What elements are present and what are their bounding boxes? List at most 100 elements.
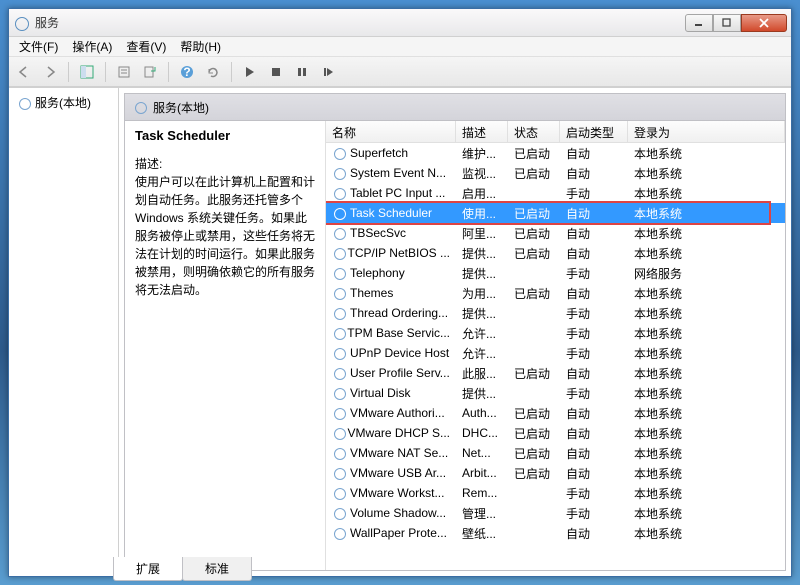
cell-logon: 本地系统 [628, 223, 785, 244]
services-icon [13, 15, 29, 31]
cell-desc: 此服... [456, 363, 508, 384]
cell-logon: 本地系统 [628, 363, 785, 384]
help-button[interactable]: ? [176, 61, 198, 83]
gear-icon [332, 486, 346, 500]
refresh-button[interactable] [202, 61, 224, 83]
detail-desc: 使用户可以在此计算机上配置和计划自动任务。此服务还托管多个 Windows 系统… [135, 173, 315, 299]
cell-startup: 手动 [560, 503, 628, 524]
cell-status [508, 351, 560, 355]
col-logon[interactable]: 登录为 [628, 121, 785, 142]
back-button[interactable] [13, 61, 35, 83]
cell-status [508, 191, 560, 195]
cell-logon: 本地系统 [628, 443, 785, 464]
table-row[interactable]: Themes为用...已启动自动本地系统 [326, 283, 785, 303]
gear-icon [332, 186, 346, 200]
cell-startup: 自动 [560, 143, 628, 164]
gear-icon [332, 306, 346, 320]
table-row[interactable]: VMware USB Ar...Arbit...已启动自动本地系统 [326, 463, 785, 483]
restart-button[interactable] [317, 61, 339, 83]
properties-button[interactable] [113, 61, 135, 83]
table-row[interactable]: VMware Authori...Auth...已启动自动本地系统 [326, 403, 785, 423]
gear-icon [332, 346, 346, 360]
menu-file[interactable]: 文件(F) [13, 36, 64, 57]
table-row[interactable]: TBSecSvc阿里...已启动自动本地系统 [326, 223, 785, 243]
cell-startup: 自动 [560, 283, 628, 304]
cell-logon: 本地系统 [628, 243, 785, 264]
cell-startup: 自动 [560, 423, 628, 444]
table-row[interactable]: Superfetch维护...已启动自动本地系统 [326, 143, 785, 163]
cell-name: Task Scheduler [350, 206, 432, 220]
table-row[interactable]: VMware DHCP S...DHC...已启动自动本地系统 [326, 423, 785, 443]
cell-status: 已启动 [508, 203, 560, 224]
list-body[interactable]: Superfetch维护...已启动自动本地系统System Event N..… [326, 143, 785, 570]
table-row[interactable]: Thread Ordering...提供...手动本地系统 [326, 303, 785, 323]
tree-pane[interactable]: 服务(本地) [9, 88, 119, 576]
cell-status [508, 331, 560, 335]
tab-extended[interactable]: 扩展 [113, 557, 183, 581]
titlebar[interactable]: 服务 [9, 9, 791, 37]
gear-icon [332, 266, 346, 280]
start-button[interactable] [239, 61, 261, 83]
cell-startup: 手动 [560, 483, 628, 504]
close-button[interactable] [741, 14, 787, 32]
gear-icon [332, 206, 346, 220]
table-row[interactable]: TPM Base Servic...允许...手动本地系统 [326, 323, 785, 343]
gear-icon [332, 446, 346, 460]
minimize-button[interactable] [685, 14, 713, 32]
cell-logon: 本地系统 [628, 303, 785, 324]
pane-header-label: 服务(本地) [153, 99, 209, 116]
table-row[interactable]: Task Scheduler使用...已启动自动本地系统 [326, 203, 785, 223]
maximize-button[interactable] [713, 14, 741, 32]
cell-status: 已启动 [508, 223, 560, 244]
table-row[interactable]: WallPaper Prote...壁纸...自动本地系统 [326, 523, 785, 543]
tab-standard[interactable]: 标准 [182, 557, 252, 581]
cell-desc: Auth... [456, 404, 508, 422]
forward-button[interactable] [39, 61, 61, 83]
tree-root[interactable]: 服务(本地) [13, 92, 114, 113]
menu-help[interactable]: 帮助(H) [174, 36, 227, 57]
cell-startup: 自动 [560, 363, 628, 384]
menu-view[interactable]: 查看(V) [120, 36, 172, 57]
table-row[interactable]: Tablet PC Input ...启用...手动本地系统 [326, 183, 785, 203]
col-desc[interactable]: 描述 [456, 121, 508, 142]
table-row[interactable]: TCP/IP NetBIOS ...提供...已启动自动本地系统 [326, 243, 785, 263]
table-row[interactable]: User Profile Serv...此服...已启动自动本地系统 [326, 363, 785, 383]
cell-status: 已启动 [508, 283, 560, 304]
table-row[interactable]: UPnP Device Host允许...手动本地系统 [326, 343, 785, 363]
cell-desc: 提供... [456, 243, 508, 264]
cell-desc: 允许... [456, 343, 508, 364]
pause-button[interactable] [291, 61, 313, 83]
cell-desc: 壁纸... [456, 523, 508, 544]
col-status[interactable]: 状态 [508, 121, 560, 142]
cell-desc: 维护... [456, 143, 508, 164]
cell-startup: 自动 [560, 243, 628, 264]
table-row[interactable]: VMware Workst...Rem...手动本地系统 [326, 483, 785, 503]
table-row[interactable]: Virtual Disk提供...手动本地系统 [326, 383, 785, 403]
cell-startup: 手动 [560, 323, 628, 344]
cell-desc: DHC... [456, 424, 508, 442]
cell-status [508, 271, 560, 275]
tree-root-label: 服务(本地) [35, 94, 91, 111]
cell-desc: 为用... [456, 283, 508, 304]
stop-button[interactable] [265, 61, 287, 83]
menubar: 文件(F) 操作(A) 查看(V) 帮助(H) [9, 37, 791, 57]
cell-status: 已启动 [508, 423, 560, 444]
cell-status: 已启动 [508, 143, 560, 164]
cell-logon: 本地系统 [628, 423, 785, 444]
col-name[interactable]: 名称 [326, 121, 456, 142]
cell-logon: 本地系统 [628, 343, 785, 364]
col-startup[interactable]: 启动类型 [560, 121, 628, 142]
service-detail: Task Scheduler 描述: 使用户可以在此计算机上配置和计划自动任务。… [125, 121, 325, 570]
table-row[interactable]: Volume Shadow...管理...手动本地系统 [326, 503, 785, 523]
menu-action[interactable]: 操作(A) [66, 36, 118, 57]
table-row[interactable]: VMware NAT Se...Net...已启动自动本地系统 [326, 443, 785, 463]
export-button[interactable] [139, 61, 161, 83]
cell-name: Tablet PC Input ... [350, 186, 445, 200]
table-row[interactable]: System Event N...监视...已启动自动本地系统 [326, 163, 785, 183]
gear-icon [332, 506, 346, 520]
show-hide-tree-button[interactable] [76, 61, 98, 83]
cell-name: TBSecSvc [350, 226, 406, 240]
cell-desc: 管理... [456, 503, 508, 524]
cell-status: 已启动 [508, 443, 560, 464]
table-row[interactable]: Telephony提供...手动网络服务 [326, 263, 785, 283]
